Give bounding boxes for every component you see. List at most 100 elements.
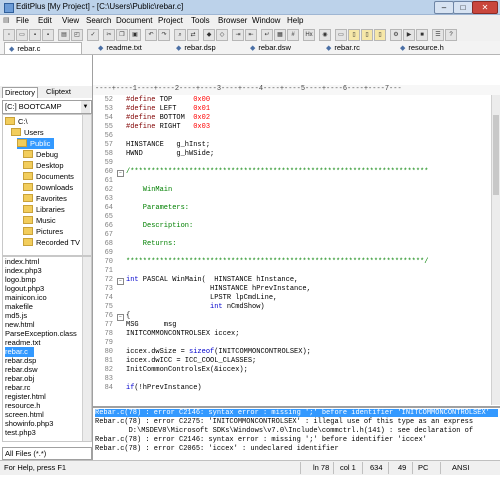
browser-icon[interactable]: ◉: [319, 29, 331, 41]
tree-item[interactable]: Users: [11, 127, 44, 138]
output-window: Rebar.c(78) : error C2146: syntax error …: [93, 406, 500, 456]
cut-icon[interactable]: ✂: [103, 29, 115, 41]
chevron-down-icon[interactable]: ▼: [81, 101, 90, 113]
tree-item[interactable]: Libraries: [23, 204, 65, 215]
tree-item[interactable]: Music: [23, 215, 56, 226]
status-divider: [440, 462, 441, 474]
tree-item[interactable]: Desktop: [23, 160, 64, 171]
output-line[interactable]: Rebar.c(78) : error C2275: 'INITCOMMONCO…: [95, 418, 473, 426]
output-line-selected[interactable]: Rebar.c(78) : error C2146: syntax error …: [95, 409, 498, 417]
editor-scrollbar[interactable]: [491, 95, 500, 405]
menu-document[interactable]: Document: [116, 16, 152, 25]
code-editor[interactable]: 52 #define TOP 0x00 53 #define LEFT 0x01 5…: [93, 95, 491, 405]
fold-toggle-icon[interactable]: −: [117, 278, 124, 285]
run-icon[interactable]: ▶: [403, 29, 415, 41]
tab-readme-txt[interactable]: ◆ readme.txt: [98, 42, 142, 53]
spell-check-icon[interactable]: ✓: [87, 29, 99, 41]
file-list-scrollbar[interactable]: [82, 257, 91, 441]
panel-tabs: Directory Cliptext: [0, 86, 92, 98]
replace-icon[interactable]: ⇄: [187, 29, 199, 41]
line-number: 53: [104, 105, 113, 113]
document-selector-icon[interactable]: ▯: [348, 29, 360, 41]
status-divider: [388, 462, 389, 474]
menu-browser[interactable]: Browser: [218, 16, 247, 25]
indent-icon[interactable]: ⇥: [232, 29, 244, 41]
help-icon[interactable]: ?: [445, 29, 457, 41]
tab-rebar-dsp[interactable]: ◆ rebar.dsp: [176, 42, 216, 53]
line-number: 82: [104, 366, 113, 374]
next-bookmark-icon[interactable]: ◇: [216, 29, 228, 41]
line-number: 65: [104, 213, 113, 221]
save-all-icon[interactable]: ▪: [42, 29, 54, 41]
find-icon[interactable]: ⌕: [174, 29, 186, 41]
fold-toggle-icon[interactable]: −: [117, 314, 124, 321]
output-line[interactable]: D:\MSDEV8\Microsoft SDKs\Windows\v7.0\In…: [95, 427, 473, 435]
menu-search[interactable]: Search: [86, 16, 111, 25]
tree-item[interactable]: Pictures: [23, 226, 63, 237]
tree-item[interactable]: Debug: [23, 149, 58, 160]
menu-view[interactable]: View: [62, 16, 79, 25]
tab-resource-h[interactable]: ◆ resource.h: [400, 42, 444, 53]
tree-item[interactable]: Documents: [23, 171, 74, 182]
line-number: 62: [104, 186, 113, 194]
save-icon[interactable]: ▪: [29, 29, 41, 41]
word-wrap-icon[interactable]: ↵: [261, 29, 273, 41]
menu-tools[interactable]: Tools: [191, 16, 210, 25]
paste-icon[interactable]: ▣: [129, 29, 141, 41]
copy-icon[interactable]: ❐: [116, 29, 128, 41]
view-icon[interactable]: ▭: [335, 29, 347, 41]
tree-scrollbar[interactable]: [82, 115, 91, 255]
options-icon[interactable]: ☰: [432, 29, 444, 41]
drive-select[interactable]: [C:] BOOTCAMP ▼: [2, 100, 92, 114]
tab-rebar-dsw[interactable]: ◆ rebar.dsw: [250, 42, 291, 53]
list-item[interactable]: test.php3: [5, 428, 36, 438]
build-icon[interactable]: ⚙: [390, 29, 402, 41]
tab-directory[interactable]: Directory: [2, 87, 39, 98]
tab-rebar-c[interactable]: ◆ rebar.c: [4, 42, 82, 54]
app-icon: [4, 3, 14, 13]
output-line[interactable]: Rebar.c(78) : error C2065: 'iccex' : und…: [95, 445, 339, 453]
unindent-icon[interactable]: ⇤: [245, 29, 257, 41]
menu-help[interactable]: Help: [287, 16, 303, 25]
hex-icon[interactable]: Hx: [303, 29, 315, 41]
new-file-icon[interactable]: ▫: [3, 29, 15, 41]
maximize-button[interactable]: □: [453, 1, 473, 14]
ruler-icon[interactable]: ▦: [274, 29, 286, 41]
print-icon[interactable]: ▤: [58, 29, 70, 41]
scrollbar-thumb[interactable]: [493, 115, 499, 195]
undo-icon[interactable]: ↶: [145, 29, 157, 41]
bookmark-icon[interactable]: ◆: [203, 29, 215, 41]
redo-icon[interactable]: ↷: [158, 29, 170, 41]
line-number: 56: [104, 132, 113, 140]
tab-cliptext[interactable]: Cliptext: [44, 87, 73, 97]
file-filter-value: All Files (*.*): [5, 449, 47, 458]
cliptext-icon[interactable]: ▯: [374, 29, 386, 41]
tree-item[interactable]: C:\: [5, 116, 28, 127]
line-number-icon[interactable]: #: [287, 29, 299, 41]
menu-window[interactable]: Window: [252, 16, 280, 25]
menu-project[interactable]: Project: [158, 16, 183, 25]
tree-item[interactable]: Recorded TV: [23, 237, 80, 248]
tab-label: readme.txt: [106, 43, 142, 52]
tree-item[interactable]: Favorites: [23, 193, 67, 204]
file-filter-select[interactable]: All Files (*.*): [2, 447, 92, 460]
fold-toggle-icon[interactable]: −: [117, 170, 124, 177]
tab-rebar-rc[interactable]: ◆ rebar.rc: [326, 42, 360, 53]
tree-item-selected[interactable]: Public: [17, 138, 55, 149]
print-preview-icon[interactable]: ◰: [71, 29, 83, 41]
tree-item[interactable]: Downloads: [23, 182, 73, 193]
open-folder-icon[interactable]: ▭: [16, 29, 28, 41]
folder-icon: [5, 117, 15, 126]
menu-edit[interactable]: Edit: [38, 16, 52, 25]
line-number: 64: [104, 204, 113, 212]
tab-label: resource.h: [408, 43, 444, 52]
output-window-icon[interactable]: ▯: [361, 29, 373, 41]
minimize-button[interactable]: –: [434, 1, 454, 14]
menu-file[interactable]: File: [16, 16, 29, 25]
stop-icon[interactable]: ■: [416, 29, 428, 41]
line-number: 63: [104, 195, 113, 203]
close-button[interactable]: ✕: [472, 1, 498, 14]
output-line[interactable]: Rebar.c(78) : error C2146: syntax error …: [95, 436, 427, 444]
line-number: 78: [104, 330, 113, 338]
code-line: #define BOTTOM 0x02: [126, 114, 211, 122]
